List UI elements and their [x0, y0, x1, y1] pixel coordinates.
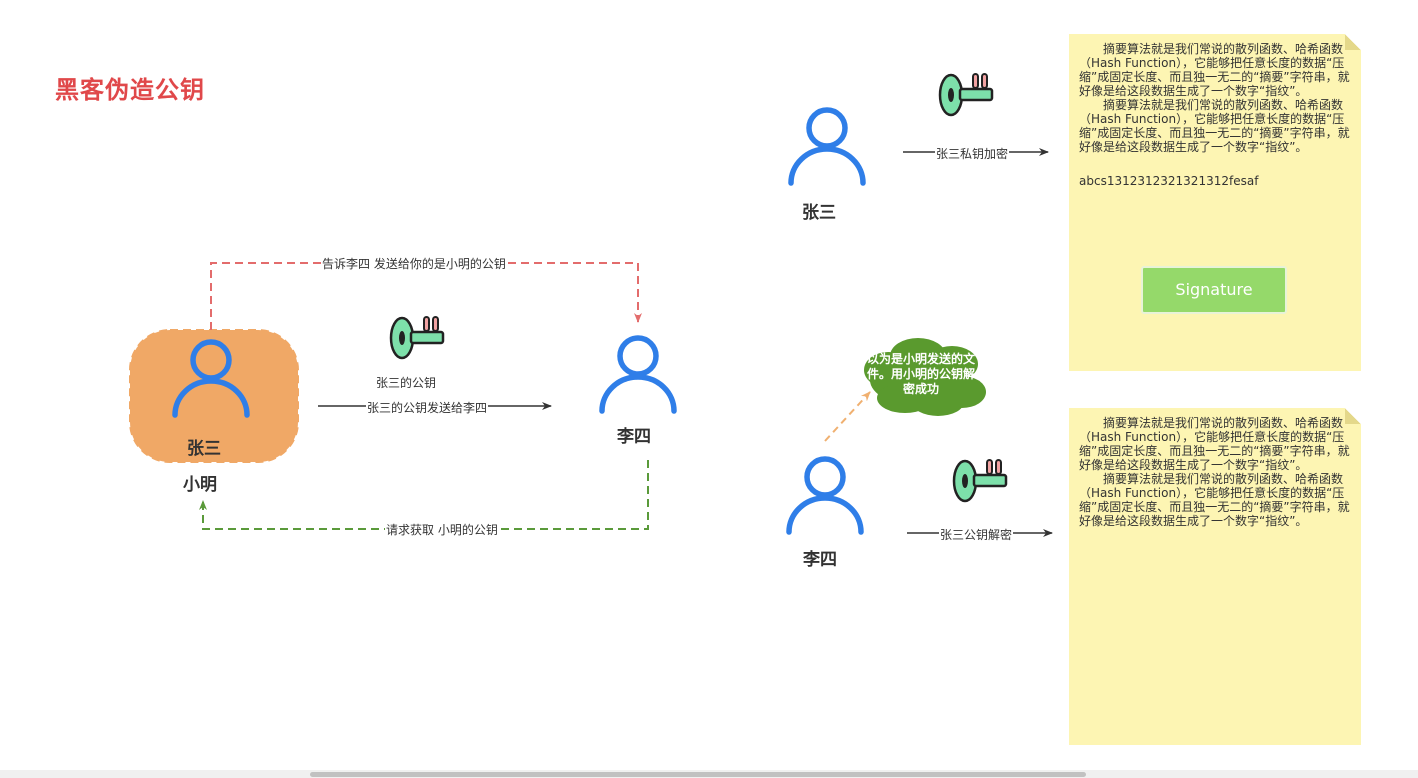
scrollbar-thumb[interactable]	[310, 772, 1086, 777]
receiver-label: 李四	[617, 427, 651, 447]
note-paragraph: 摘要算法就是我们常说的散列函数、哈希函数（Hash Function），它能够把…	[1079, 98, 1350, 154]
key-icon	[938, 72, 994, 117]
person-icon	[602, 338, 674, 411]
green-dashed-connector	[199, 460, 649, 530]
right-bottom-person-label: 李四	[803, 550, 837, 570]
note-fold-icon	[1345, 408, 1361, 424]
page-title: 黑客伪造公钥	[55, 76, 205, 104]
key-icon	[952, 458, 1008, 503]
bottom-arrow-label: 请求获取 小明的公钥	[385, 521, 499, 538]
person-icon	[789, 459, 861, 532]
top-arrow-label: 告诉李四 发送给你的是小明的公钥	[321, 255, 507, 272]
note-fold-icon	[1345, 34, 1361, 50]
encrypt-arrow-label: 张三私钥加密	[935, 145, 1010, 162]
key-icon	[389, 315, 445, 360]
note-paragraph: 摘要算法就是我们常说的散列函数、哈希函数（Hash Function），它能够把…	[1079, 416, 1350, 472]
decrypt-arrow-label: 张三公钥解密	[939, 526, 1014, 543]
key-caption: 张三的公钥	[376, 376, 437, 390]
signature-button[interactable]: Signature	[1141, 266, 1287, 314]
person-icon	[791, 110, 863, 183]
note-bottom[interactable]: 摘要算法就是我们常说的散列函数、哈希函数（Hash Function），它能够把…	[1069, 408, 1361, 745]
note-paragraph: 摘要算法就是我们常说的散列函数、哈希函数（Hash Function），它能够把…	[1079, 472, 1350, 528]
orange-dashed-connector	[824, 391, 871, 442]
hash-text: abcs1312312321321312fesaf	[1079, 174, 1259, 188]
cloud-text: 以为是小明发送的文件。用小明的公钥解密成功	[866, 352, 975, 396]
right-top-person-label: 张三	[802, 203, 836, 223]
note-paragraph: 摘要算法就是我们常说的散列函数、哈希函数（Hash Function），它能够把…	[1079, 42, 1350, 98]
note-top[interactable]: 摘要算法就是我们常说的散列函数、哈希函数（Hash Function），它能够把…	[1069, 34, 1361, 371]
highlight-caption: 小明	[183, 475, 217, 495]
send-arrow-label: 张三的公钥发送给李四	[366, 399, 489, 416]
highlight-person-label: 张三	[187, 439, 221, 459]
